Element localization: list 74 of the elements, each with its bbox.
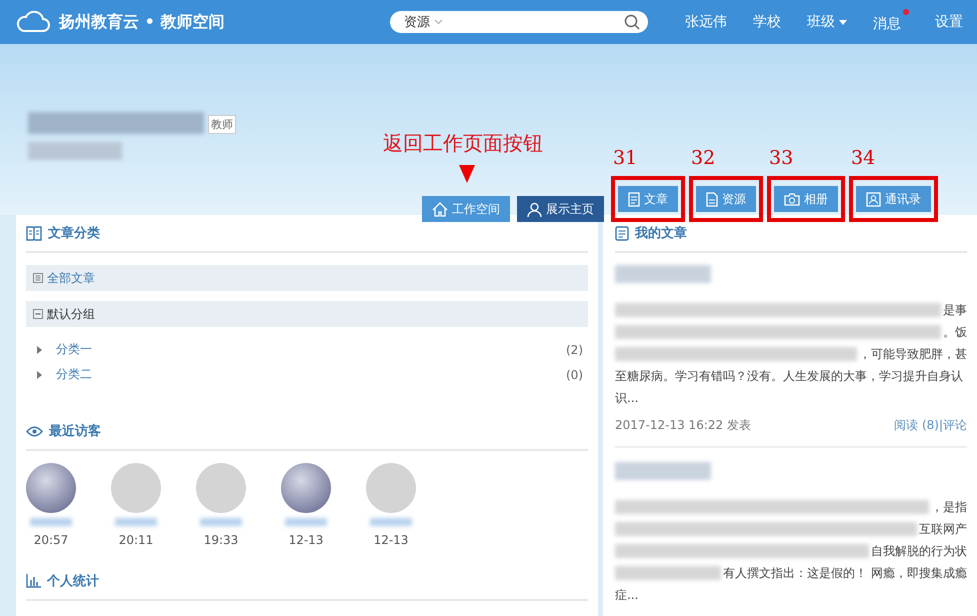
section-title: 我的文章	[635, 224, 687, 242]
excerpt-text: 症...	[615, 586, 638, 604]
nav-tab[interactable]: 相册	[774, 186, 838, 212]
visit-time: 20:57	[34, 533, 68, 547]
excerpt-text: 。饭	[943, 324, 967, 340]
nav-tab[interactable]: 展示主页	[517, 196, 604, 222]
category-link[interactable]: 分类二	[56, 366, 92, 383]
nav-link[interactable]: 张远伟	[685, 9, 727, 35]
publish-date: 2017-12-13 16:22 发表	[615, 417, 751, 434]
nav-tab[interactable]: 工作空间	[422, 196, 510, 222]
document-icon	[628, 192, 640, 206]
camera-icon	[784, 192, 800, 206]
role-tag: 教师	[208, 115, 236, 134]
blurred-name	[370, 518, 412, 526]
section-title: 个人统计	[47, 572, 99, 590]
list-icon	[33, 273, 43, 283]
excerpt-text: 是事	[943, 302, 967, 318]
excerpt-text: ，可能导致肥胖，甚	[859, 346, 967, 362]
callout-number: 32	[691, 147, 716, 169]
excerpt-text: 识...	[615, 390, 638, 406]
blurred-name	[200, 518, 242, 526]
down-arrow-icon	[459, 165, 475, 183]
search-field[interactable]: 资源	[390, 11, 648, 33]
search-scope-dropdown[interactable]: 资源	[404, 13, 443, 31]
chevron-icon	[434, 19, 443, 25]
excerpt-text: 有人撰文指出：这是假的！ 网瘾，即搜集成瘾	[723, 564, 967, 582]
blurred-name	[115, 518, 157, 526]
site-title[interactable]: 扬州教育云 • 教师空间	[59, 12, 224, 32]
visit-time: 20:11	[118, 533, 154, 547]
excerpt-text: 互联网产	[919, 520, 967, 538]
triangle-icon	[37, 370, 42, 378]
excerpt-text: ，是指	[931, 498, 967, 516]
read-count-link[interactable]: 阅读 (8)	[894, 418, 939, 432]
cloud-logo-icon	[16, 11, 50, 33]
nav-link[interactable]: 设置	[935, 9, 963, 35]
document-icon	[615, 226, 629, 240]
book-icon	[26, 226, 42, 240]
excerpt-text: 至糖尿病。学习有错吗？没有。人生发展的大事，学习提升自身认	[615, 368, 963, 384]
avatar-placeholder[interactable]	[26, 463, 76, 513]
callout-number: 31	[613, 147, 638, 169]
caret-icon	[839, 20, 847, 24]
contact-card-icon	[866, 192, 881, 206]
category-link[interactable]: 分类一	[56, 341, 92, 358]
article-count: (2)	[566, 342, 583, 356]
section-title: 最近访客	[49, 422, 101, 440]
eye-icon	[26, 426, 43, 436]
article-count: (0)	[566, 368, 583, 382]
visit-time: 19:33	[204, 533, 238, 547]
nav-link[interactable]: 消息	[873, 9, 909, 35]
callout-number: 34	[851, 147, 876, 169]
category-row[interactable]: 全部文章	[26, 265, 588, 291]
avatar-placeholder[interactable]	[281, 463, 331, 513]
section-title: 文章分类	[48, 224, 100, 242]
triangle-icon	[37, 346, 42, 354]
category-group-row[interactable]: 默认分组	[26, 301, 588, 327]
nav-link[interactable]: 学校	[753, 9, 781, 35]
search-icon[interactable]	[624, 14, 640, 30]
blurred-name	[30, 518, 72, 526]
callout-number: 33	[769, 147, 794, 169]
nav-link[interactable]: 班级	[807, 9, 847, 35]
home-icon	[432, 202, 448, 216]
excerpt-text: 自我解脱的行为状	[871, 542, 967, 560]
collapse-icon[interactable]	[33, 309, 43, 319]
visit-time: 12-13	[374, 533, 408, 547]
nav-tab[interactable]: 文章	[618, 186, 678, 212]
nav-tab[interactable]: 资源	[696, 186, 756, 212]
user-icon	[527, 202, 542, 216]
nav-tab[interactable]: 通讯录	[856, 186, 931, 212]
visit-time: 12-13	[288, 533, 324, 547]
bar-chart-icon	[26, 574, 41, 588]
file-icon	[706, 192, 718, 206]
annotation-text: 返回工作页面按钮	[383, 130, 543, 157]
blurred-name	[285, 518, 327, 526]
comment-link[interactable]: |评论	[938, 418, 967, 432]
